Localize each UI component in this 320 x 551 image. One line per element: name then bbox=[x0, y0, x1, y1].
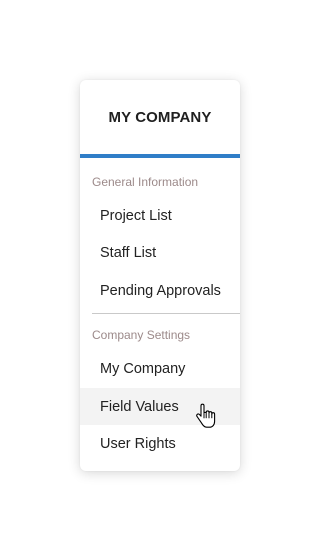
section-label-company-settings: Company Settings bbox=[92, 328, 191, 342]
menu-item-staff-list[interactable]: Staff List bbox=[80, 234, 240, 271]
hand-pointer-icon bbox=[196, 403, 216, 428]
menu-item-field-values[interactable]: Field Values bbox=[80, 388, 240, 425]
menu-item-label: My Company bbox=[100, 360, 186, 377]
menu-item-label: User Rights bbox=[100, 435, 176, 452]
menu-item-label: Pending Approvals bbox=[100, 282, 221, 299]
menu-item-label: Field Values bbox=[100, 398, 179, 415]
menu-header: MY COMPANY bbox=[80, 80, 240, 154]
section-divider bbox=[92, 313, 240, 314]
company-menu: MY COMPANY General Information Project L… bbox=[80, 80, 240, 471]
header-accent-bar bbox=[80, 154, 240, 158]
menu-item-project-list[interactable]: Project List bbox=[80, 197, 240, 234]
menu-item-label: Project List bbox=[100, 207, 172, 224]
menu-item-label: Staff List bbox=[100, 244, 157, 261]
menu-item-pending-approvals[interactable]: Pending Approvals bbox=[80, 272, 240, 309]
menu-item-user-rights[interactable]: User Rights bbox=[80, 425, 240, 462]
menu-item-my-company[interactable]: My Company bbox=[80, 350, 240, 387]
menu-title: MY COMPANY bbox=[108, 108, 212, 126]
section-label-general-information: General Information bbox=[92, 175, 199, 189]
